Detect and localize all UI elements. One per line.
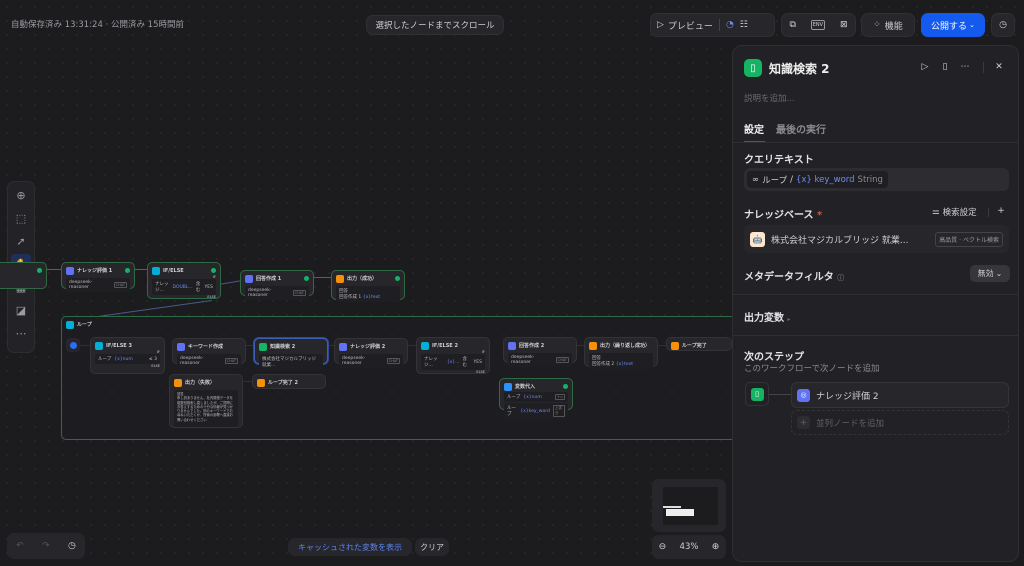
- llm-icon: [508, 341, 516, 350]
- llm-icon: [339, 342, 347, 351]
- llm-icon: [177, 342, 185, 351]
- loop-start-icon: [69, 341, 77, 349]
- node-answer-2[interactable]: 回答作成 2 deepseek-reasoner CHAT: [503, 337, 577, 367]
- zoom-level[interactable]: 43%: [680, 542, 699, 552]
- knowledge-base-item[interactable]: 🤖 株式会社マジカルブリッジ 就業... 高品質 · ベクトル検索: [744, 225, 1009, 253]
- node-ifelse-1[interactable]: IF/ELSE IF ナレッジ... DOUBL... 含む YES ELSE: [147, 262, 221, 299]
- add-knowledge-icon[interactable]: +: [995, 204, 1007, 218]
- preview-button[interactable]: ▷ プレビュー: [657, 19, 713, 32]
- run-node-icon[interactable]: ▷: [918, 60, 932, 74]
- caret-right-icon: ▸: [787, 316, 791, 323]
- output-icon: [336, 274, 344, 283]
- close-icon[interactable]: ✕: [992, 60, 1006, 74]
- start-node[interactable]: [0, 262, 47, 289]
- node-ifelse-3[interactable]: IF/ELSE 3 IF ループ {x}num ≤ 3 ELSE: [90, 337, 165, 374]
- save-status: 自動保存済み 13:31:24 · 公開済み 15時間前: [11, 20, 185, 30]
- knowledge-icon: [259, 342, 267, 351]
- knowledge-base-label: ナレッジベース *: [744, 210, 823, 221]
- node-output-success[interactable]: 出力（成功） 回答 回答作成 1 {x}text: [331, 270, 405, 302]
- more-icon[interactable]: ⋯: [11, 323, 31, 343]
- retrieval-mode-badge: 高品質 · ベクトル検索: [935, 231, 1003, 247]
- llm-icon: [66, 266, 74, 275]
- loop-start-node[interactable]: [66, 338, 80, 352]
- tab-last-run[interactable]: 最後の実行: [776, 121, 826, 136]
- history-icon[interactable]: ◷: [68, 541, 76, 551]
- undo-icon[interactable]: ↶: [16, 541, 24, 551]
- more-icon[interactable]: ⋯: [958, 60, 972, 74]
- output-variables-toggle[interactable]: 出力変数 ▸: [744, 309, 791, 324]
- history-icon: ◷: [999, 20, 1007, 30]
- plus-icon: +: [797, 416, 810, 429]
- node-variable-assigner[interactable]: 変数代入 ループ {x}num += ループ {x}key_word 上書き: [499, 378, 573, 419]
- show-cached-vars-button[interactable]: キャッシュされた変数を表示: [288, 538, 412, 556]
- description-input[interactable]: 説明を追加...: [744, 92, 795, 104]
- ifelse-icon: [421, 341, 429, 350]
- scroll-to-node-button[interactable]: 選択したノードまでスクロール: [366, 15, 504, 35]
- knowledge-retrieval-icon: ▯: [744, 59, 762, 77]
- loop-container[interactable]: ループ: [61, 316, 741, 440]
- pointer-icon[interactable]: ➚: [11, 231, 31, 251]
- version-history-button[interactable]: ◷: [991, 13, 1015, 37]
- node-knowledge-eval-1[interactable]: ナレッジ評価 1 deepseek-reasoner CHAT: [61, 262, 135, 292]
- checklist-icon[interactable]: ☷: [740, 20, 748, 30]
- fit-view-icon[interactable]: ◪: [11, 300, 31, 320]
- variable-chip: ∞ ループ / {x} key_word String: [747, 171, 888, 188]
- node-keyword[interactable]: キーワード作成 deepseek-reasoner CHAT: [172, 338, 246, 368]
- loop-end-icon: [257, 378, 265, 387]
- node-knowledge-eval-2[interactable]: ナレッジ評価 2 deepseek-reasoner CHAT: [334, 338, 408, 368]
- loop-icon: [66, 320, 74, 329]
- add-node-icon[interactable]: ⊕: [11, 185, 31, 205]
- node-output-repeat[interactable]: 出力（繰り返し成功） 回答 回答作成 2 {x}text: [584, 337, 658, 369]
- loop-end-icon: [671, 341, 679, 350]
- node-knowledge-retrieval-2[interactable]: 知識検索 2 株式会社マジカルブリッジ 就業...: [254, 338, 328, 370]
- node-answer-1[interactable]: 回答作成 1 deepseek-reasoner CHAT: [240, 270, 314, 300]
- zoom-out-icon[interactable]: ⊖: [659, 542, 667, 552]
- conversation-vars-icon[interactable]: ⧉: [789, 20, 795, 30]
- next-node-item[interactable]: ◎ ナレッジ評価 2: [791, 382, 1009, 408]
- help-book-icon[interactable]: ▯: [938, 60, 952, 74]
- env-button[interactable]: ENV: [810, 20, 826, 30]
- assigner-icon: [504, 382, 512, 391]
- output-icon: [589, 341, 597, 350]
- knowledge-retrieval-icon: ▯: [750, 387, 764, 401]
- query-text-label: クエリテキスト: [744, 155, 814, 166]
- metadata-filter-label: メタデータフィルタ ⓘ: [744, 272, 845, 283]
- zoom-in-icon[interactable]: ⊕: [712, 542, 720, 552]
- play-icon: ▷: [657, 20, 664, 30]
- minimap[interactable]: [652, 479, 726, 532]
- query-text-input[interactable]: ∞ ループ / {x} key_word String: [744, 168, 1009, 191]
- ifelse-icon: [152, 266, 160, 275]
- node-output-fail[interactable]: 出力（失敗） 回答 申し訳ありません。社内規程データを複数回検索し直しましたが、ご…: [169, 374, 243, 428]
- search-settings-button[interactable]: ⚌ 検索設定: [932, 206, 977, 218]
- publish-button[interactable]: 公開する ⌄: [921, 13, 985, 37]
- clear-button[interactable]: クリア: [415, 538, 449, 556]
- panel-title[interactable]: 知識検索 2: [769, 60, 830, 77]
- node-settings-panel: ▯ 知識検索 2 ▷ ▯ ⋯ ✕ 説明を追加... 設定 最後の実行 クエリテキ…: [732, 45, 1019, 562]
- dataset-icon: 🤖: [750, 231, 765, 247]
- add-parallel-node-button[interactable]: + 並列ノードを追加: [791, 410, 1009, 435]
- loop-icon: ∞: [752, 174, 760, 185]
- current-node-badge: ▯: [745, 382, 769, 406]
- add-note-icon[interactable]: ⬚: [11, 208, 31, 228]
- features-button[interactable]: ⁘ 機能: [861, 13, 915, 37]
- node-loop-end[interactable]: ループ完了: [666, 337, 732, 351]
- variable-icon[interactable]: ⊠: [840, 20, 848, 30]
- next-step-description: このワークフローで次ノードを追加: [744, 364, 880, 374]
- run-history-icon[interactable]: ◔: [726, 20, 734, 30]
- node-loop-end-2[interactable]: ループ完了 2: [252, 374, 326, 389]
- features-icon: ⁘: [873, 20, 881, 30]
- sliders-icon: ⚌: [932, 207, 940, 217]
- metadata-filter-select[interactable]: 無効 ⌄: [970, 265, 1010, 282]
- chevron-down-icon: ⌄: [995, 269, 1003, 278]
- redo-icon[interactable]: ↷: [42, 541, 50, 551]
- chevron-down-icon: ⌄: [969, 21, 975, 29]
- next-step-label: 次のステップ: [744, 352, 804, 363]
- tab-settings[interactable]: 設定: [744, 121, 764, 136]
- llm-icon: [245, 274, 253, 283]
- ifelse-icon: [95, 341, 103, 350]
- llm-icon: ◎: [797, 388, 810, 402]
- node-ifelse-2[interactable]: IF/ELSE 2 IF ナレッジ... {x}... 含む YES ELSE: [416, 337, 490, 374]
- help-icon: ⓘ: [837, 274, 845, 282]
- output-icon: [174, 378, 182, 387]
